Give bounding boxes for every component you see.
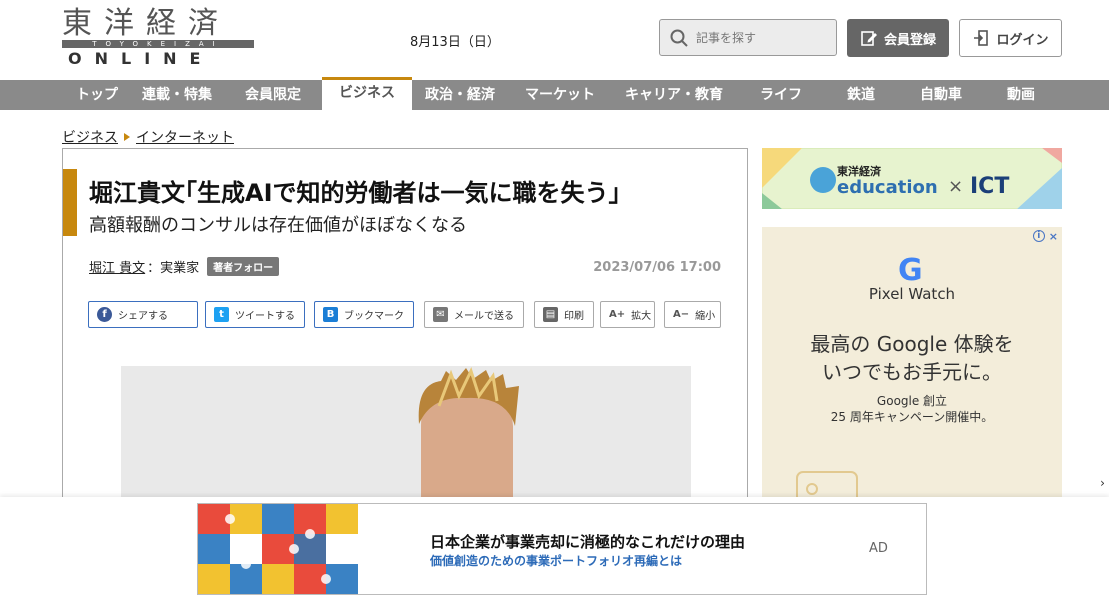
print-button[interactable]: ▤ 印刷 bbox=[534, 301, 594, 328]
article-photo bbox=[121, 366, 691, 509]
breadcrumb: ビジネス インターネット bbox=[62, 127, 234, 147]
ad-headline-1: 最高の Google 体験を bbox=[810, 332, 1014, 356]
ad-headline-2: いつでもお手元に。 bbox=[822, 360, 1002, 384]
facebook-share-button[interactable]: f シェアする bbox=[88, 301, 198, 328]
breadcrumb-business[interactable]: ビジネス bbox=[62, 127, 118, 147]
education-ict-banner[interactable]: 東洋経済 education × ICT bbox=[762, 148, 1062, 209]
nav-item-market[interactable]: マーケット bbox=[525, 80, 595, 110]
nav-item-career[interactable]: キャリア・教育 bbox=[625, 80, 723, 110]
nav-item-members[interactable]: 会員限定 bbox=[245, 80, 301, 110]
ad-info-icon[interactable]: i bbox=[1032, 230, 1045, 242]
banner-brand: 東洋経済 bbox=[837, 164, 882, 178]
search-box[interactable]: 記事を探す bbox=[659, 19, 837, 56]
search-icon bbox=[670, 29, 688, 47]
site-logo[interactable]: 東洋経済 TOYOKEIZAI ONLINE bbox=[62, 8, 254, 72]
email-share-button[interactable]: ✉ メールで送る bbox=[424, 301, 524, 328]
nav-item-series[interactable]: 連載・特集 bbox=[142, 80, 212, 110]
publish-date: 2023/07/06 17:00 bbox=[593, 260, 721, 275]
mail-label: メールで送る bbox=[454, 311, 514, 322]
logo-kanji: 東洋経済 bbox=[62, 6, 230, 41]
zoom-in-button[interactable]: A+ 拡大 bbox=[600, 301, 655, 328]
register-label: 会員登録 bbox=[883, 32, 936, 48]
hatena-icon: B bbox=[323, 307, 338, 322]
nav-item-auto[interactable]: 自動車 bbox=[920, 80, 962, 110]
author-follow-button[interactable]: 著者フォロー bbox=[207, 257, 280, 276]
follow-label: 著者フォロー bbox=[213, 263, 274, 274]
ad-label: AD bbox=[869, 541, 888, 556]
edit-icon bbox=[861, 31, 877, 46]
nav-item-politics[interactable]: 政治・経済 bbox=[425, 80, 495, 110]
breadcrumb-internet[interactable]: インターネット bbox=[136, 127, 234, 147]
ad-close-icon[interactable]: × bbox=[1049, 230, 1058, 243]
bottom-ad[interactable]: 日本企業が事業売却に消極的なこれだけの理由 価値創造のための事業ポートフォリオ再… bbox=[197, 503, 927, 595]
google-logo-icon: G bbox=[898, 253, 923, 288]
twitter-share-button[interactable]: t ツイートする bbox=[205, 301, 305, 328]
article-title: 堀江貴文｢生成AIで知的労働者は一気に職を失う｣ bbox=[89, 179, 621, 207]
login-label: ログイン bbox=[996, 32, 1049, 48]
print-icon: ▤ bbox=[543, 307, 558, 322]
bookmark-label: ブックマーク bbox=[344, 311, 404, 322]
banner-ict: ICT bbox=[970, 174, 1009, 199]
ad-puzzle-image bbox=[198, 504, 358, 594]
ad-small-1: Google 創立 bbox=[876, 394, 948, 408]
logo-roman: TOYOKEIZAI bbox=[62, 40, 254, 48]
banner-education: education bbox=[837, 177, 938, 198]
zoom-out-icon: A− bbox=[673, 309, 690, 320]
page: 東洋経済 TOYOKEIZAI ONLINE 8月13日（日） 記事を探す 会員… bbox=[0, 0, 1109, 600]
ad-choices[interactable]: i × bbox=[1032, 230, 1058, 243]
author-name[interactable]: 堀江 貴文 bbox=[89, 257, 145, 276]
hatena-bookmark-button[interactable]: B ブックマーク bbox=[314, 301, 414, 328]
breadcrumb-arrow-icon bbox=[124, 133, 130, 141]
share-label: シェアする bbox=[118, 311, 168, 322]
login-icon bbox=[974, 30, 989, 46]
ad-small-text: Google 創立 25 周年キャンペーン開催中。 bbox=[762, 393, 1062, 425]
twitter-icon: t bbox=[214, 307, 229, 322]
zoom-in-icon: A+ bbox=[609, 309, 626, 320]
bottom-ad-subtitle: 価値創造のための事業ポートフォリオ再編とは bbox=[430, 554, 683, 568]
banner-cross: × bbox=[948, 176, 963, 197]
main-nav: トップ 連載・特集 会員限定 ビジネス 政治・経済 マーケット キャリア・教育 … bbox=[0, 77, 1109, 110]
ad-headline: 最高の Google 体験を いつでもお手元に。 bbox=[762, 330, 1062, 386]
tweet-label: ツイートする bbox=[235, 311, 295, 322]
nav-item-life[interactable]: ライフ bbox=[760, 80, 802, 110]
search-placeholder: 記事を探す bbox=[696, 31, 757, 45]
ad-product: Pixel Watch bbox=[868, 285, 956, 303]
bottom-ad-bar: 日本企業が事業売却に消極的なこれだけの理由 価値創造のための事業ポートフォリオ再… bbox=[0, 497, 1109, 600]
ad-small-2: 25 周年キャンペーン開催中。 bbox=[830, 410, 994, 424]
register-button[interactable]: 会員登録 bbox=[847, 19, 949, 57]
article-subtitle: 高額報酬のコンサルは存在価値がほぼなくなる bbox=[89, 215, 467, 236]
nav-item-railway[interactable]: 鉄道 bbox=[847, 80, 875, 110]
author-line: 堀江 貴文 ：実業家 著者フォロー bbox=[89, 257, 280, 276]
login-button[interactable]: ログイン bbox=[959, 19, 1062, 57]
bottom-ad-title: 日本企業が事業売却に消極的なこれだけの理由 bbox=[430, 533, 746, 551]
print-label: 印刷 bbox=[564, 311, 584, 322]
sidebar-ad[interactable]: i × G Pixel Watch 最高の Google 体験を いつでもお手元… bbox=[762, 227, 1062, 502]
author-role: ：実業家 bbox=[147, 261, 200, 276]
zoom-out-label: 縮小 bbox=[695, 311, 716, 322]
article: 堀江貴文｢生成AIで知的労働者は一気に職を失う｣ 高額報酬のコンサルは存在価値が… bbox=[62, 148, 748, 509]
nav-item-business[interactable]: ビジネス bbox=[322, 77, 412, 110]
header-date: 8月13日（日） bbox=[410, 35, 500, 50]
zoom-in-label: 拡大 bbox=[631, 311, 652, 322]
mail-icon: ✉ bbox=[433, 307, 448, 322]
nav-item-top[interactable]: トップ bbox=[76, 80, 118, 110]
facebook-icon: f bbox=[97, 307, 112, 322]
nav-item-video[interactable]: 動画 bbox=[1007, 80, 1035, 110]
logo-online: ONLINE bbox=[68, 49, 214, 68]
zoom-out-button[interactable]: A− 縮小 bbox=[664, 301, 721, 328]
title-accent-bar bbox=[63, 169, 77, 236]
scroll-right-arrow-icon[interactable]: › bbox=[1096, 472, 1109, 494]
